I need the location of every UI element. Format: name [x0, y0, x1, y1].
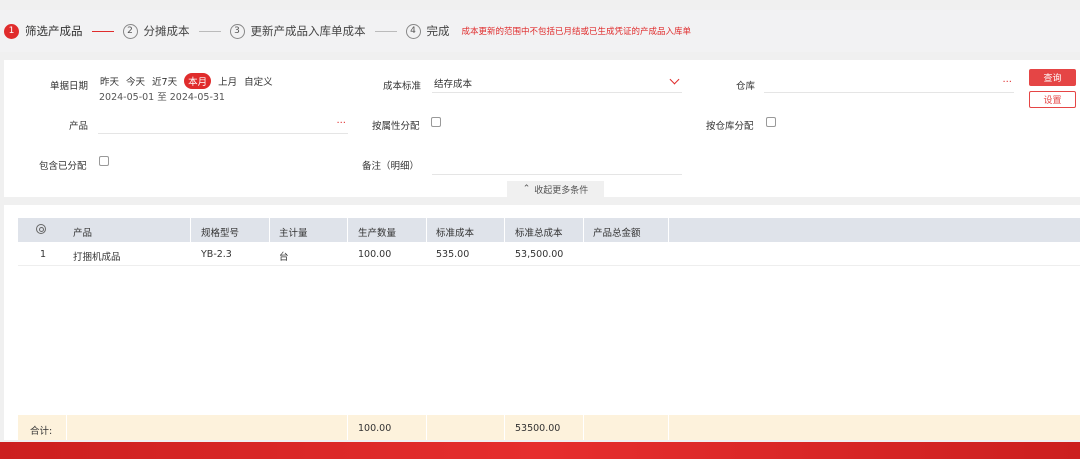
- step-4-label: 完成: [426, 24, 450, 38]
- warehouse-label: 仓库: [736, 81, 756, 92]
- quick-date-today[interactable]: 今天: [126, 74, 145, 88]
- quick-date-yesterday[interactable]: 昨天: [100, 74, 119, 88]
- quick-date-custom[interactable]: 自定义: [244, 74, 273, 88]
- chevron-down-icon: [669, 74, 680, 85]
- remark-label: 备注（明细）: [362, 161, 420, 172]
- step-2-label: 分摊成本: [143, 24, 190, 38]
- col-product[interactable]: 产品: [73, 225, 92, 239]
- warehouse-field[interactable]: ···: [764, 73, 1014, 93]
- filter-panel: 单据日期 昨天 今天 近7天 本月 上月 自定义 2024-05-01 至 20…: [4, 60, 1080, 197]
- more-icon[interactable]: ···: [1002, 77, 1012, 88]
- step-3[interactable]: 3 更新产成品入库单成本: [229, 23, 366, 39]
- footer-std-total: 53500.00: [515, 423, 561, 434]
- date-label: 单据日期: [50, 81, 89, 92]
- cell-std-total: 53,500.00: [515, 249, 564, 260]
- col-std-cost[interactable]: 标准成本: [436, 225, 474, 239]
- gear-icon[interactable]: [36, 224, 46, 234]
- footer-label: 合计:: [30, 426, 53, 437]
- step-connector: [198, 30, 221, 32]
- step-connector: [91, 30, 114, 32]
- setting-button[interactable]: 设置: [1029, 91, 1076, 108]
- step-1-label: 筛选产成品: [25, 24, 83, 38]
- include-allocated-checkbox[interactable]: [99, 156, 109, 166]
- product-field[interactable]: ···: [98, 114, 348, 134]
- col-unit[interactable]: 主计量: [279, 225, 308, 239]
- table-footer: 合计: 100.00 53500.00: [18, 415, 1080, 440]
- steps-note: 成本更新的范围中不包括已月结或已生成凭证的产成品入库单: [461, 27, 692, 37]
- col-total-amount[interactable]: 产品总金额: [593, 225, 641, 239]
- table-header: 产品 规格型号 主计量 生产数量 标准成本 标准总成本 产品总金额: [18, 218, 1080, 242]
- step-connector: [374, 30, 397, 32]
- by-attribute-checkbox[interactable]: [431, 117, 441, 127]
- by-warehouse-label: 按仓库分配: [706, 121, 754, 132]
- step-4[interactable]: 4 完成: [405, 23, 450, 39]
- double-chevron-up-icon: ⌃: [522, 184, 531, 194]
- col-spec[interactable]: 规格型号: [201, 225, 239, 239]
- quick-date-options: 昨天 今天 近7天 本月 上月 自定义: [100, 73, 273, 89]
- footer-qty: 100.00: [358, 423, 392, 434]
- col-std-total[interactable]: 标准总成本: [515, 225, 563, 239]
- step-2[interactable]: 2 分摊成本: [122, 23, 190, 39]
- collapse-label: 收起更多条件: [534, 185, 589, 196]
- cell-std-cost: 535.00: [436, 249, 470, 260]
- quick-date-this-month[interactable]: 本月: [184, 73, 212, 89]
- wizard-steps: 1 筛选产成品 2 分摊成本 3 更新产成品入库单成本 4 完成 成本更新的范围…: [0, 10, 1080, 52]
- step-1[interactable]: 1 筛选产成品: [4, 23, 83, 39]
- cost-standard-select[interactable]: 结存成本: [432, 73, 682, 93]
- data-table: 产品 规格型号 主计量 生产数量 标准成本 标准总成本 产品总金额 1 打捆机成…: [4, 205, 1080, 440]
- remark-field[interactable]: [432, 155, 682, 175]
- table-row[interactable]: 1 打捆机成品 YB-2.3 台 100.00 535.00 53,500.00: [18, 244, 1080, 266]
- col-qty[interactable]: 生产数量: [358, 225, 396, 239]
- step-1-number: 1: [4, 23, 19, 39]
- cell-unit: 台: [279, 252, 289, 263]
- quick-date-last-month[interactable]: 上月: [218, 74, 237, 88]
- quick-date-last7[interactable]: 近7天: [152, 74, 177, 88]
- cell-spec: YB-2.3: [201, 249, 232, 260]
- row-index: 1: [40, 249, 47, 260]
- include-allocated-label: 包含已分配: [39, 161, 87, 172]
- cost-standard-value: 结存成本: [434, 78, 473, 90]
- by-warehouse-checkbox[interactable]: [766, 117, 776, 127]
- step-3-label: 更新产成品入库单成本: [250, 24, 366, 38]
- query-button[interactable]: 查询: [1029, 69, 1076, 86]
- bottom-banner: [0, 442, 1080, 459]
- cost-standard-label: 成本标准: [383, 81, 422, 92]
- cell-product: 打捆机成品: [73, 252, 121, 263]
- more-icon[interactable]: ···: [336, 118, 346, 129]
- date-range-value[interactable]: 2024-05-01 至 2024-05-31: [99, 89, 225, 103]
- product-label: 产品: [69, 121, 89, 132]
- cell-qty: 100.00: [358, 249, 392, 260]
- collapse-conditions-button[interactable]: ⌃ 收起更多条件: [507, 181, 604, 197]
- by-attribute-label: 按属性分配: [372, 121, 420, 132]
- step-3-number: 3: [229, 23, 245, 39]
- step-4-number: 4: [405, 23, 421, 39]
- step-2-number: 2: [122, 23, 138, 39]
